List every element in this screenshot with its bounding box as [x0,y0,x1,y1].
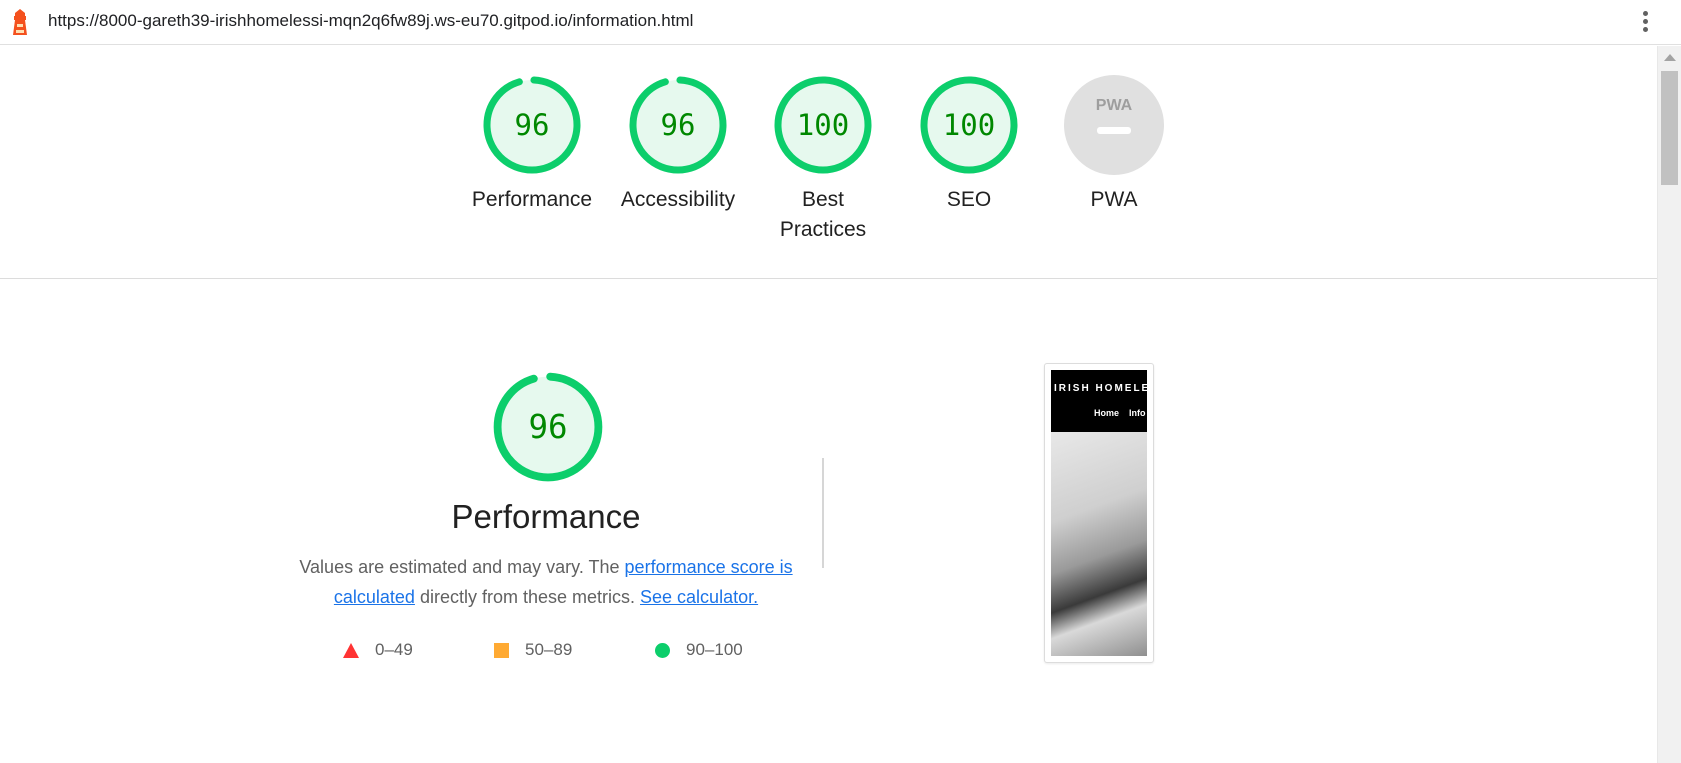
gauge-ring: 100 [774,76,872,174]
square-icon [494,643,509,659]
performance-description: Values are estimated and may vary. The p… [299,557,793,607]
section-divider [0,278,1657,279]
gauge-label: Accessibility [620,188,736,211]
gauge-performance[interactable]: 96 Performance [462,75,602,215]
gauge-score: 96 [661,108,696,142]
gauge-pwa[interactable]: PWA PWA [1044,75,1184,215]
address-bar: https://8000-gareth39-irishhomelessi-mqn… [0,0,1681,45]
thumb-brand-text: IRISH HOMELESS [1054,383,1147,394]
performance-score: 96 [528,408,567,446]
gauge-label: Best Practices [779,188,867,241]
screenshot-image: IRISH HOMELESS HomeInfo [1051,370,1147,656]
pwa-badge-icon: PWA [1064,75,1164,175]
legend-item-average: 50–89 [494,640,572,660]
legend-item-fail: 0–49 [343,640,413,660]
gauge-score: 96 [515,108,550,142]
gauge-seo[interactable]: 100 SEO [899,75,1039,215]
gauge-ring: 96 [629,76,727,174]
thumb-nav: Home Info [1094,408,1146,418]
url-text[interactable]: https://8000-gareth39-irishhomelessi-mqn… [48,11,693,31]
performance-title: Performance [451,498,641,535]
gauge-ring: 96 [483,76,581,174]
performance-gauge: 96 [493,372,603,482]
final-screenshot[interactable]: IRISH HOMELESS HomeInfo [1044,363,1154,663]
gauge-label: SEO [946,188,992,211]
see-calculator-link[interactable]: See calculator. [640,587,758,607]
gauge-best-practices[interactable]: 100 Best Practices [753,75,893,245]
gauge-label: PWA [1090,188,1138,211]
triangle-icon [343,643,359,659]
gauge-accessibility[interactable]: 96 Accessibility [608,75,748,215]
score-summary: 96 Performance 96 Accessibility 100 Best… [0,75,1657,265]
gauge-label: Performance [471,188,593,211]
circle-icon [655,643,670,659]
scroll-up-arrow-icon[interactable] [1664,54,1676,61]
gauge-ring: 100 [920,76,1018,174]
scrollbar-thumb[interactable] [1661,71,1678,185]
vertical-divider [822,458,824,568]
svg-text:PWA: PWA [1096,97,1133,114]
gauge-score: 100 [943,108,995,142]
gauge-score: 100 [797,108,849,142]
legend-item-pass: 90–100 [655,640,743,660]
lighthouse-icon [13,9,27,35]
thumb-photo-image [1051,432,1147,656]
scrollbar[interactable] [1657,46,1681,763]
more-menu-icon[interactable] [1636,8,1654,36]
